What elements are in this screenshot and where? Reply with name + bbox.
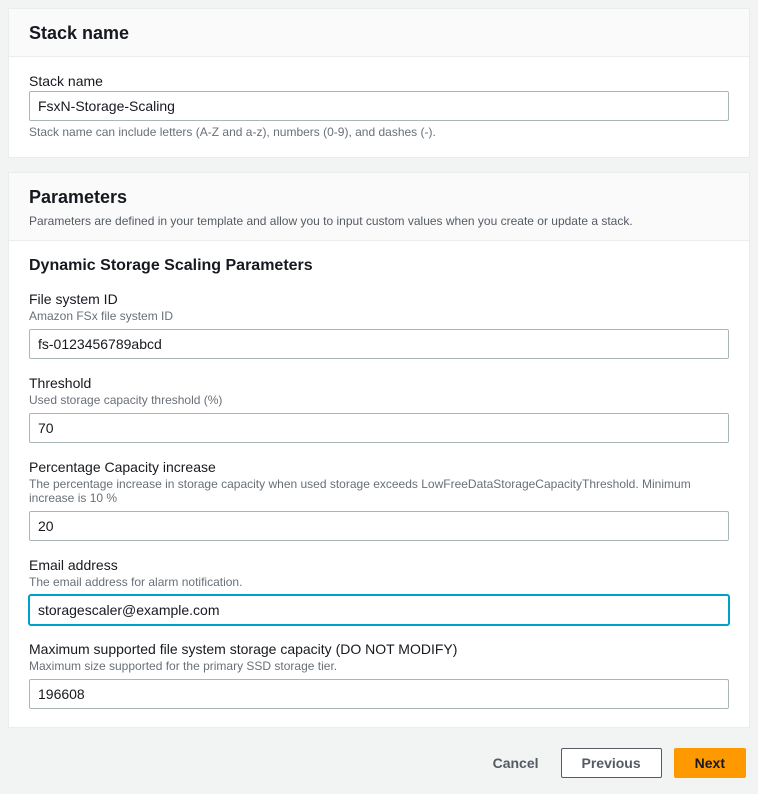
parameters-heading: Parameters <box>29 187 729 208</box>
max-capacity-input[interactable] <box>29 679 729 709</box>
stack-name-header: Stack name <box>9 9 749 57</box>
next-button[interactable]: Next <box>674 748 746 778</box>
stack-name-heading: Stack name <box>29 23 729 44</box>
stack-name-label: Stack name <box>29 73 729 89</box>
file-system-id-input[interactable] <box>29 329 729 359</box>
stack-name-input[interactable] <box>29 91 729 121</box>
max-capacity-group: Maximum supported file system storage ca… <box>29 641 729 709</box>
file-system-id-hint: Amazon FSx file system ID <box>29 309 729 323</box>
file-system-id-label: File system ID <box>29 291 729 307</box>
threshold-group: Threshold Used storage capacity threshol… <box>29 375 729 443</box>
threshold-label: Threshold <box>29 375 729 391</box>
wizard-footer: Cancel Previous Next <box>8 742 750 786</box>
parameters-header: Parameters Parameters are defined in you… <box>9 173 749 241</box>
parameters-body: Dynamic Storage Scaling Parameters File … <box>9 241 749 727</box>
stack-name-field-group: Stack name Stack name can include letter… <box>29 73 729 139</box>
percentage-increase-group: Percentage Capacity increase The percent… <box>29 459 729 541</box>
cancel-button[interactable]: Cancel <box>483 749 549 777</box>
stack-name-helper: Stack name can include letters (A-Z and … <box>29 125 729 139</box>
parameters-group-heading: Dynamic Storage Scaling Parameters <box>29 257 729 275</box>
percentage-increase-label: Percentage Capacity increase <box>29 459 729 475</box>
email-hint: The email address for alarm notification… <box>29 575 729 589</box>
max-capacity-label: Maximum supported file system storage ca… <box>29 641 729 657</box>
email-input[interactable] <box>29 595 729 625</box>
parameters-panel: Parameters Parameters are defined in you… <box>8 172 750 728</box>
stack-name-body: Stack name Stack name can include letter… <box>9 57 749 157</box>
file-system-id-group: File system ID Amazon FSx file system ID <box>29 291 729 359</box>
percentage-increase-hint: The percentage increase in storage capac… <box>29 477 729 505</box>
threshold-input[interactable] <box>29 413 729 443</box>
percentage-increase-input[interactable] <box>29 511 729 541</box>
threshold-hint: Used storage capacity threshold (%) <box>29 393 729 407</box>
parameters-desc: Parameters are defined in your template … <box>29 214 729 228</box>
stack-name-panel: Stack name Stack name Stack name can inc… <box>8 8 750 158</box>
max-capacity-hint: Maximum size supported for the primary S… <box>29 659 729 673</box>
previous-button[interactable]: Previous <box>561 748 662 778</box>
email-label: Email address <box>29 557 729 573</box>
email-group: Email address The email address for alar… <box>29 557 729 625</box>
